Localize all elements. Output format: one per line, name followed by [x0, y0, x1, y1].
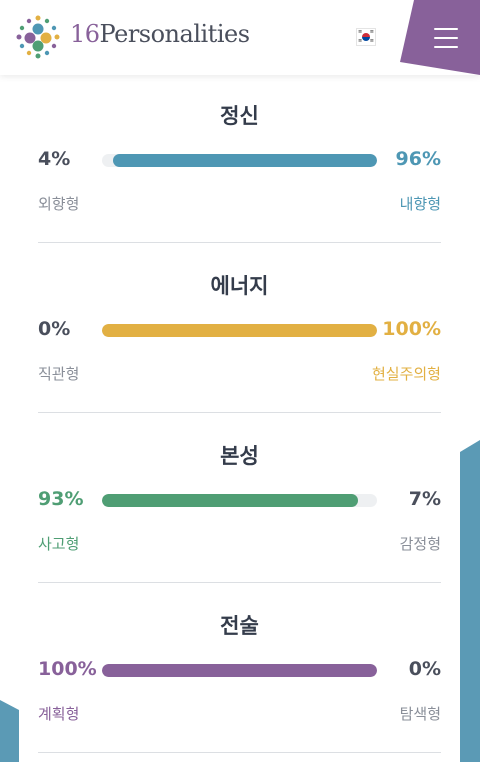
trait-bar-fill	[102, 324, 377, 337]
trait-bar	[102, 154, 377, 167]
trait-bar-fill	[113, 154, 377, 167]
trait-title: 본성	[220, 444, 259, 468]
left-label: 직관형	[38, 365, 80, 383]
trait-title: 전술	[220, 614, 259, 638]
right-label: 감정형	[399, 535, 441, 553]
left-percent: 0%	[38, 318, 71, 340]
right-percent: 96%	[395, 148, 441, 170]
logo-icon[interactable]	[14, 13, 62, 61]
decorative-shape-right	[460, 440, 480, 762]
left-percent: 4%	[38, 148, 71, 170]
right-label: 탐색형	[399, 705, 441, 723]
right-percent: 100%	[382, 318, 441, 340]
left-percent: 100%	[38, 658, 97, 680]
divider	[38, 752, 441, 753]
logo-word: Personalities	[99, 20, 250, 48]
hamburger-icon[interactable]	[434, 28, 458, 48]
site-header: 16Personalities ≡ ≡ ≡ ≡	[0, 0, 480, 75]
divider	[38, 242, 441, 243]
left-label: 외향형	[38, 195, 80, 213]
trait-title: 에너지	[210, 274, 269, 298]
trait-mind: 정신 4% 96% 외향형 내향형	[38, 100, 441, 270]
decorative-shape-left	[0, 700, 19, 762]
left-percent: 93%	[38, 488, 84, 510]
trait-bar-fill	[102, 664, 377, 677]
right-label: 내향형	[399, 195, 441, 213]
trait-nature: 본성 93% 7% 사고형 감정형	[38, 440, 441, 610]
trait-bar	[102, 664, 377, 677]
logo-text[interactable]: 16Personalities	[70, 20, 250, 48]
trait-bar	[102, 494, 377, 507]
korea-flag-icon[interactable]: ≡ ≡ ≡ ≡	[356, 28, 376, 46]
right-label: 현실주의형	[371, 365, 441, 383]
divider	[38, 412, 441, 413]
menu-button[interactable]	[400, 0, 480, 75]
trait-tactics: 전술 100% 0% 계획형 탐색형	[38, 610, 441, 780]
trait-bar	[102, 324, 377, 337]
trait-energy: 에너지 0% 100% 직관형 현실주의형	[38, 270, 441, 440]
right-percent: 0%	[408, 658, 441, 680]
trait-title: 정신	[220, 104, 259, 128]
left-label: 사고형	[38, 535, 80, 553]
divider	[38, 582, 441, 583]
logo-number: 16	[70, 20, 100, 48]
left-label: 계획형	[38, 705, 80, 723]
trait-bar-fill	[102, 494, 358, 507]
right-percent: 7%	[408, 488, 441, 510]
